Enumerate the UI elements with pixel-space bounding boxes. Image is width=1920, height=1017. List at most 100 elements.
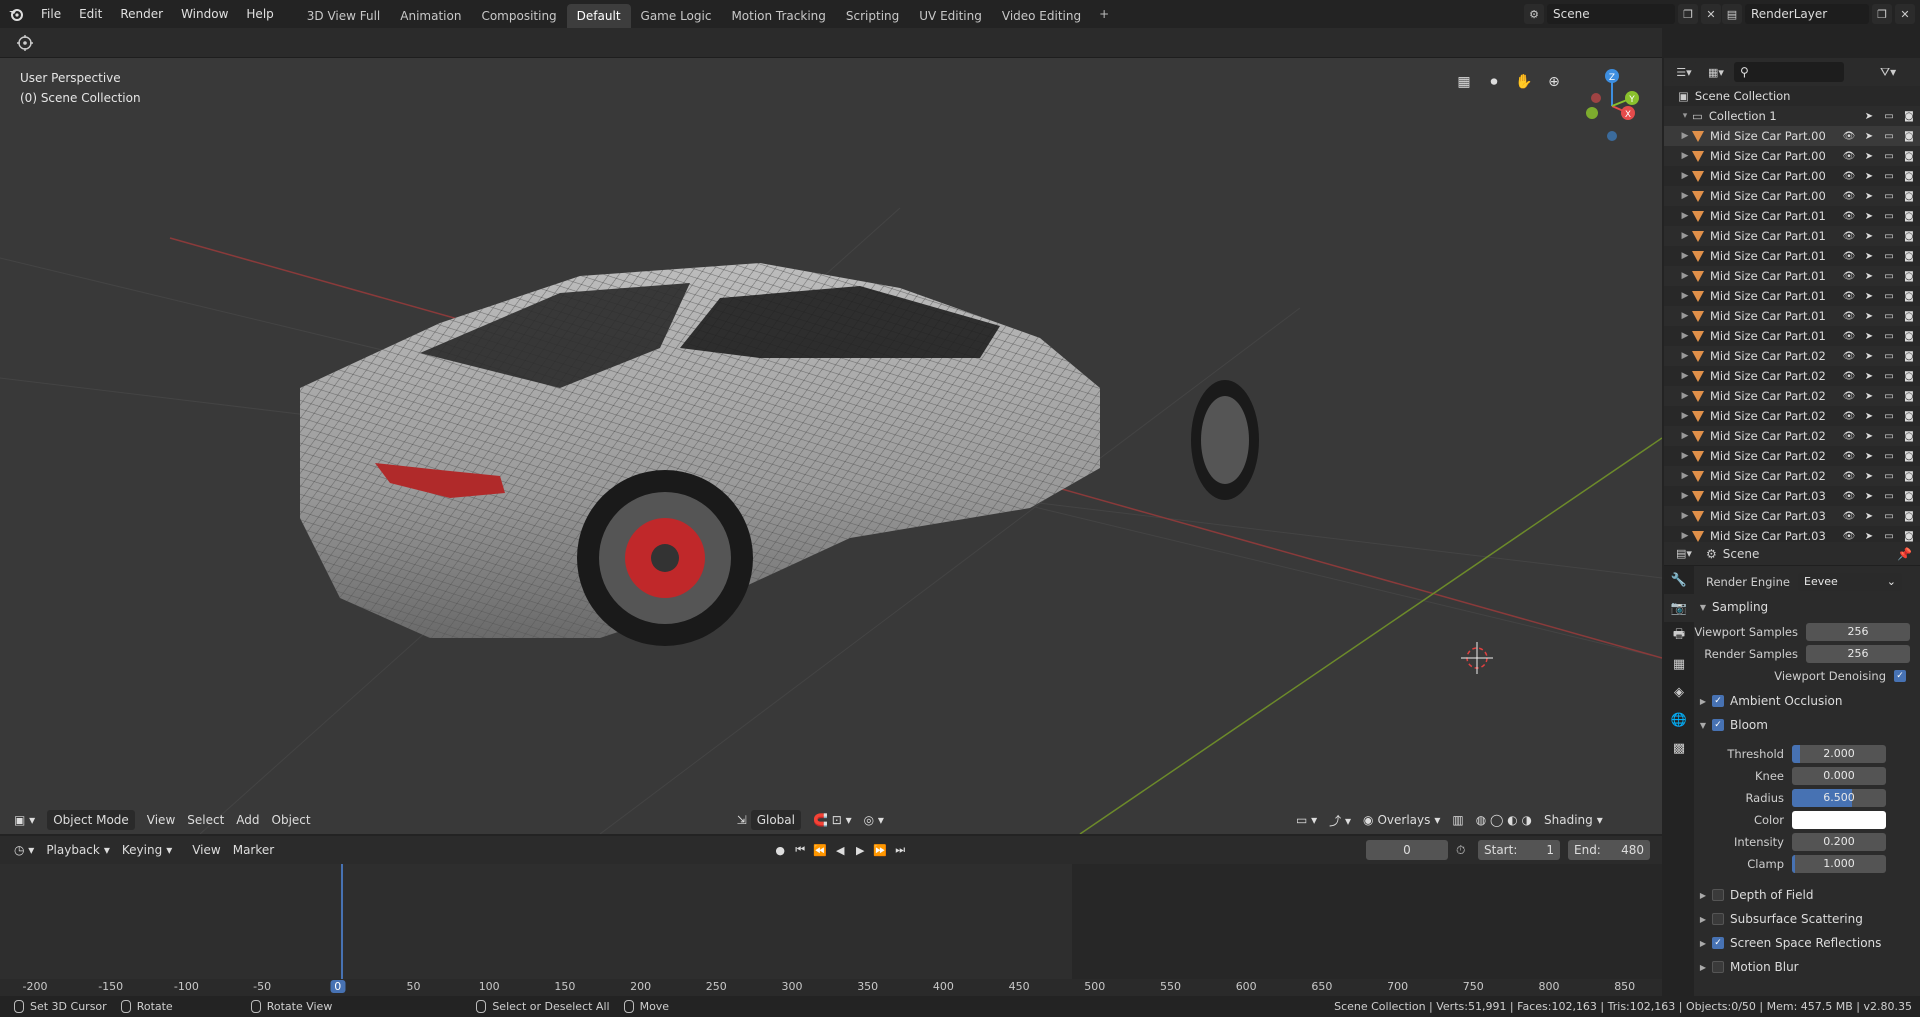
jump-keyframe-back-icon[interactable]: ⏪	[810, 840, 830, 860]
visibility-eye-icon[interactable]: 👁	[1842, 231, 1856, 242]
new-view-layer-icon[interactable]: ❐	[1872, 4, 1892, 24]
timeline-editor-icon[interactable]: ◷ ▾	[8, 843, 40, 857]
render-toggle-icon[interactable]: ◙	[1902, 151, 1916, 162]
expand-arrow-icon[interactable]: ▶	[1678, 231, 1692, 241]
render-toggle-icon[interactable]: ◙	[1902, 251, 1916, 262]
sampling-panel-header[interactable]: ▼ Sampling	[1694, 596, 1920, 618]
render-toggle-icon[interactable]: ◙	[1902, 131, 1916, 142]
toggle-perspective-icon[interactable]: ▦	[1454, 72, 1474, 92]
select-toggle-icon[interactable]: ➤	[1862, 291, 1876, 302]
viewport-samples-field[interactable]: 256	[1806, 623, 1910, 641]
visibility-eye-icon[interactable]: 👁	[1842, 131, 1856, 142]
editor-type-icon[interactable]: ▣ ▾	[8, 813, 41, 827]
delete-scene-icon[interactable]: ✕	[1701, 4, 1721, 24]
bloom-checkbox[interactable]: ✓	[1712, 719, 1724, 731]
render-toggle-icon[interactable]: ◙	[1902, 351, 1916, 362]
view-layer-field[interactable]: RenderLayer	[1745, 4, 1869, 24]
render-toggle-icon[interactable]: ◙	[1902, 371, 1916, 382]
visibility-eye-icon[interactable]: 👁	[1842, 191, 1856, 202]
intensity-slider[interactable]: 0.200	[1792, 833, 1886, 851]
expand-arrow-icon[interactable]: ▶	[1678, 211, 1692, 221]
outliner-object-row[interactable]: ▶ Mid Size Car Part.03 👁 ➤ ▭ ◙	[1664, 506, 1920, 526]
viewport-toggle-icon[interactable]: ▭	[1882, 471, 1896, 482]
viewport-toggle-icon[interactable]: ▭	[1882, 451, 1896, 462]
outliner-object-row[interactable]: ▶ Mid Size Car Part.01 👁 ➤ ▭ ◙	[1664, 206, 1920, 226]
visibility-eye-icon[interactable]: 👁	[1842, 531, 1856, 542]
render-toggle-icon[interactable]: ◙	[1902, 231, 1916, 242]
play-reverse-icon[interactable]: ◀	[830, 840, 850, 860]
camera-view-icon[interactable]: ⏺	[1484, 72, 1504, 92]
menu-file[interactable]: File	[32, 0, 70, 28]
render-toggle-icon[interactable]: ◙	[1902, 211, 1916, 222]
expand-arrow-icon[interactable]: ▶	[1678, 331, 1692, 341]
visibility-eye-icon[interactable]: 👁	[1842, 151, 1856, 162]
tab-motion-tracking[interactable]: Motion Tracking	[721, 4, 835, 28]
render-toggle-icon[interactable]: ◙	[1902, 431, 1916, 442]
delete-view-layer-icon[interactable]: ✕	[1895, 4, 1915, 24]
scene-icon[interactable]: ⚙	[1524, 4, 1544, 24]
viewport-toggle-icon[interactable]: ▭	[1882, 151, 1896, 162]
effect-panel-header[interactable]: ▶ ✓ Screen Space Reflections	[1694, 932, 1920, 954]
expand-arrow-icon[interactable]: ▶	[1678, 451, 1692, 461]
expand-arrow-icon[interactable]: ▶	[1678, 511, 1692, 521]
outliner-object-row[interactable]: ▶ Mid Size Car Part.01 👁 ➤ ▭ ◙	[1664, 326, 1920, 346]
outliner-collection-1[interactable]: ▾ ▭ Collection 1 ➤ ▭ ◙	[1664, 106, 1920, 126]
ambient-occlusion-checkbox[interactable]: ✓	[1712, 695, 1724, 707]
viewport-toggle-icon[interactable]: ▭	[1882, 171, 1896, 182]
render-toggle-icon[interactable]: ◙	[1902, 331, 1916, 342]
outliner-object-row[interactable]: ▶ Mid Size Car Part.00 👁 ➤ ▭ ◙	[1664, 146, 1920, 166]
expand-arrow-icon[interactable]: ▶	[1678, 251, 1692, 261]
outliner-search-input[interactable]: ⚲	[1734, 62, 1844, 82]
view-object-types-icon[interactable]: ▭ ▾	[1290, 813, 1323, 827]
select-toggle-icon[interactable]: ➤	[1862, 191, 1876, 202]
viewport-toggle-icon[interactable]: ▭	[1882, 131, 1896, 142]
object-mode-dropdown[interactable]: Object Mode	[47, 810, 135, 830]
expand-arrow-icon[interactable]: ▾	[1678, 111, 1692, 121]
select-toggle-icon[interactable]: ➤	[1862, 491, 1876, 502]
viewport-toggle-icon[interactable]: ▭	[1882, 191, 1896, 202]
blender-logo-icon[interactable]	[0, 0, 32, 28]
tab-animation[interactable]: Animation	[390, 4, 471, 28]
outliner-object-row[interactable]: ▶ Mid Size Car Part.01 👁 ➤ ▭ ◙	[1664, 226, 1920, 246]
new-scene-icon[interactable]: ❐	[1678, 4, 1698, 24]
expand-arrow-icon[interactable]: ▶	[1678, 131, 1692, 141]
navigation-gizmo[interactable]: Z X Y	[1572, 66, 1652, 146]
select-toggle-icon[interactable]: ➤	[1862, 431, 1876, 442]
preview-range-icon[interactable]: ⏱	[1456, 843, 1465, 858]
render-toggle-icon[interactable]: ◙	[1902, 491, 1916, 502]
menu-add[interactable]: Add	[230, 813, 265, 827]
select-toggle-icon[interactable]: ➤	[1862, 131, 1876, 142]
shading-modes[interactable]: ◍ ◯ ◐ ◑	[1470, 813, 1538, 827]
effect-checkbox[interactable]: ✓	[1712, 937, 1724, 949]
transform-tool-icon[interactable]	[14, 33, 36, 53]
outliner-object-row[interactable]: ▶ Mid Size Car Part.03 👁 ➤ ▭ ◙	[1664, 486, 1920, 506]
tab-uv-editing[interactable]: UV Editing	[909, 4, 992, 28]
visibility-eye-icon[interactable]: 👁	[1842, 391, 1856, 402]
render-toggle-icon[interactable]: ◙	[1902, 111, 1916, 122]
select-toggle-icon[interactable]: ➤	[1862, 311, 1876, 322]
expand-arrow-icon[interactable]: ▶	[1678, 391, 1692, 401]
viewport-toggle-icon[interactable]: ▭	[1882, 431, 1896, 442]
select-toggle-icon[interactable]: ➤	[1862, 111, 1876, 122]
tab-tool-icon[interactable]: 🔧	[1664, 566, 1694, 594]
outliner-object-row[interactable]: ▶ Mid Size Car Part.02 👁 ➤ ▭ ◙	[1664, 366, 1920, 386]
effect-panel-header[interactable]: ▶ Subsurface Scattering	[1694, 908, 1920, 930]
expand-arrow-icon[interactable]: ▶	[1678, 411, 1692, 421]
select-toggle-icon[interactable]: ➤	[1862, 391, 1876, 402]
mode-selector[interactable]: Object Mode	[41, 810, 141, 830]
3d-cursor[interactable]	[1461, 642, 1493, 674]
visibility-eye-icon[interactable]: 👁	[1842, 251, 1856, 262]
select-toggle-icon[interactable]: ➤	[1862, 531, 1876, 542]
outliner-object-row[interactable]: ▶ Mid Size Car Part.02 👁 ➤ ▭ ◙	[1664, 466, 1920, 486]
expand-arrow-icon[interactable]: ▶	[1678, 531, 1692, 541]
render-toggle-icon[interactable]: ◙	[1902, 511, 1916, 522]
tab-default[interactable]: Default	[566, 4, 631, 28]
select-toggle-icon[interactable]: ➤	[1862, 351, 1876, 362]
expand-arrow-icon[interactable]: ▶	[1678, 351, 1692, 361]
viewport-toggle-icon[interactable]: ▭	[1882, 511, 1896, 522]
visibility-eye-icon[interactable]: 👁	[1842, 431, 1856, 442]
effect-panel-header[interactable]: ▶ Depth of Field	[1694, 884, 1920, 906]
select-toggle-icon[interactable]: ➤	[1862, 251, 1876, 262]
render-engine-dropdown[interactable]: Eevee ⌄	[1798, 573, 1902, 591]
radius-slider[interactable]: 6.500	[1792, 789, 1886, 807]
